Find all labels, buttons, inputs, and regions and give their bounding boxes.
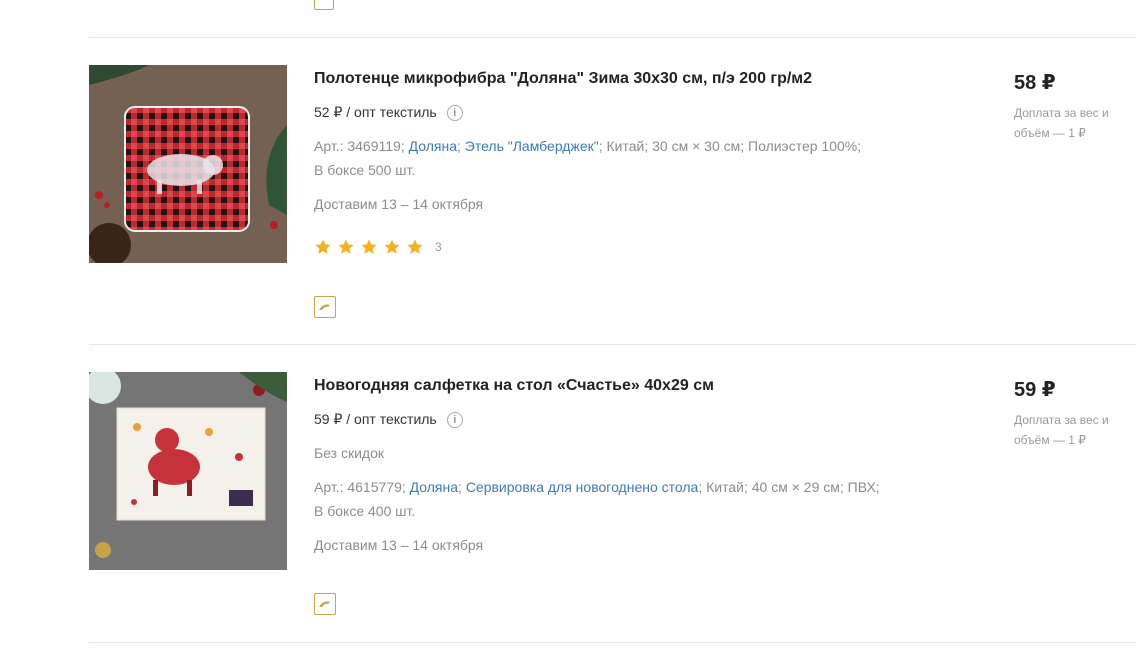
material: Полиэстер 100%;: [748, 138, 862, 154]
country: Китай;: [606, 138, 649, 154]
size: 40 см × 29 см;: [751, 479, 844, 495]
collection-link[interactable]: Этель "Ламберджек": [465, 138, 599, 154]
info-icon[interactable]: i: [446, 411, 463, 428]
unit-price-text: 52 ₽ / опт текстиль: [314, 104, 437, 120]
delivery-date: Доставим 13 – 14 октября: [314, 537, 484, 553]
article-number: Арт.: 3469119;: [314, 138, 405, 154]
dolphin-icon[interactable]: [314, 296, 336, 318]
previous-item-badge[interactable]: [314, 0, 334, 10]
divider: [89, 344, 1136, 345]
box-quantity: В боксе 500 шт.: [314, 162, 416, 178]
product-title[interactable]: Полотенце микрофибра "Доляна" Зима 30х30…: [314, 70, 812, 88]
article-number: Арт.: 4615779;: [314, 479, 406, 495]
delivery-date: Доставим 13 – 14 октября: [314, 196, 484, 212]
product-price: 59 ₽: [1014, 379, 1056, 401]
star-icon: [361, 239, 377, 254]
divider: [89, 37, 1136, 38]
box-quantity: В боксе 400 шт.: [314, 503, 416, 519]
star-icon: [407, 239, 423, 254]
material: ПВХ;: [847, 479, 880, 495]
weight-surcharge: Доплата за вес и объём — 1 ₽: [1014, 413, 1109, 447]
info-icon[interactable]: i: [446, 104, 463, 121]
size: 30 см × 30 см;: [652, 138, 745, 154]
star-icon: [315, 239, 331, 254]
dolphin-icon[interactable]: [314, 593, 336, 615]
weight-surcharge: Доплата за вес и объём — 1 ₽: [1014, 106, 1109, 140]
star-icon: [384, 239, 400, 254]
review-count: 3: [435, 240, 442, 254]
product-image[interactable]: [89, 372, 287, 570]
product-image[interactable]: [89, 65, 287, 263]
discount-status: Без скидок: [314, 445, 384, 461]
unit-price: 59 ₽ / опт текстиль i: [314, 411, 463, 428]
rating-stars[interactable]: 3: [314, 238, 442, 256]
star-icon: [338, 239, 354, 254]
product-meta: Арт.: 4615779; Доляна; Сервировка для но…: [314, 479, 880, 519]
brand-link[interactable]: Доляна: [410, 479, 458, 495]
collection-link[interactable]: Сервировка для новогоднено стола: [466, 479, 699, 495]
brand-link[interactable]: Доляна: [409, 138, 457, 154]
product-price: 58 ₽: [1014, 72, 1056, 94]
divider: [89, 642, 1136, 643]
product-title[interactable]: Новогодняя салфетка на стол «Счастье» 40…: [314, 377, 714, 395]
product-meta: Арт.: 3469119; Доляна; Этель "Ламберджек…: [314, 138, 862, 178]
unit-price: 52 ₽ / опт текстиль i: [314, 104, 463, 121]
country: Китай;: [706, 479, 748, 495]
unit-price-text: 59 ₽ / опт текстиль: [314, 411, 437, 427]
